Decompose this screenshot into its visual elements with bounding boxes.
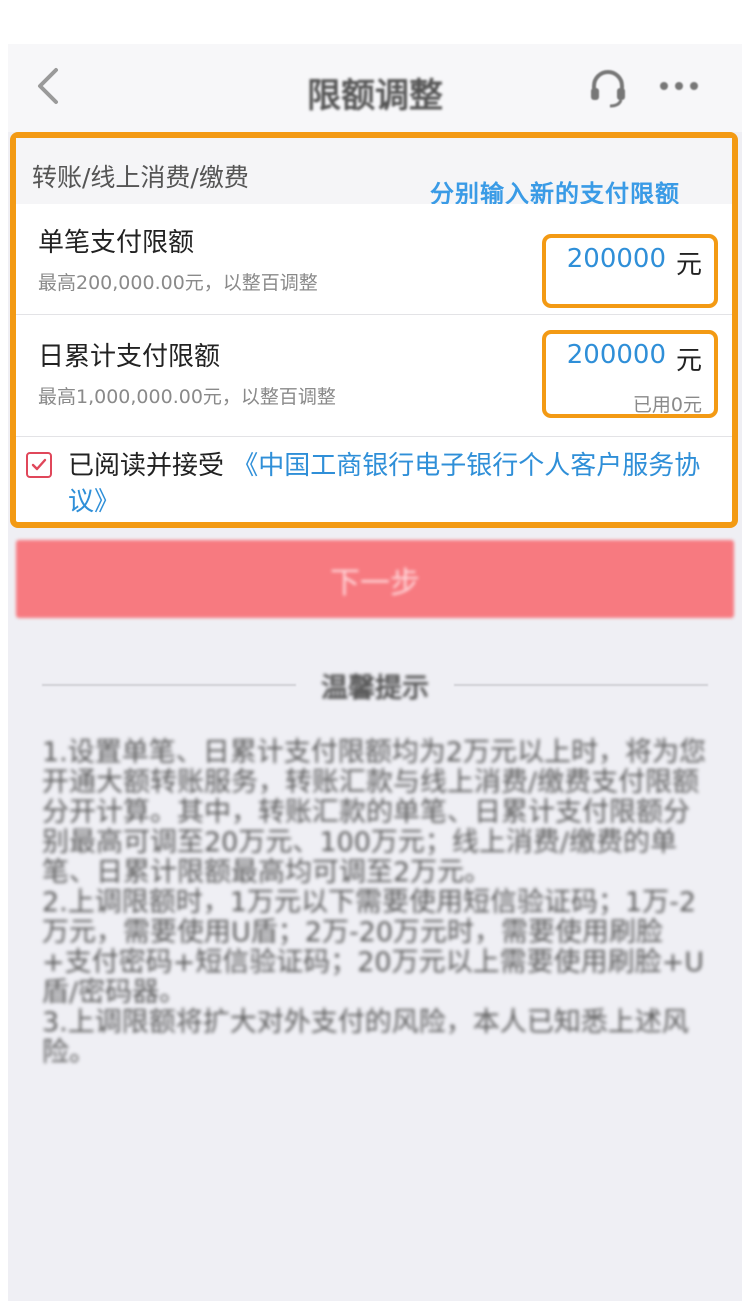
agreement-text: 已阅读并接受 《中国工商银行电子银行个人客户服务协议》 — [68, 448, 728, 520]
single-limit-input[interactable]: 200000 元 — [542, 234, 718, 308]
daily-used-amount: 已用0元 — [632, 394, 702, 416]
tips-divider-right — [454, 684, 708, 686]
daily-limit-unit: 元 — [675, 346, 702, 376]
single-limit-value[interactable]: 200000 — [567, 244, 666, 274]
daily-limit-hint: 最高1,000,000.00元，以整百调整 — [38, 386, 336, 408]
next-button[interactable]: 下一步 — [16, 540, 734, 618]
page-title: 限额调整 — [307, 76, 443, 116]
agreement-row: 已阅读并接受 《中国工商银行电子银行个人客户服务协议》 — [16, 438, 732, 520]
daily-limit-row: 日累计支付限额 最高1,000,000.00元，以整百调整 200000 元 已… — [16, 318, 732, 437]
daily-limit-input[interactable]: 200000 元 已用0元 — [542, 330, 718, 418]
checkmark-icon — [31, 458, 47, 471]
section-header: 转账/线上消费/缴费 分别输入新的支付限额 — [16, 138, 732, 208]
agreement-checkbox[interactable] — [26, 452, 52, 478]
headset-icon[interactable] — [586, 66, 630, 110]
more-dots-icon[interactable] — [654, 74, 704, 98]
tips-body: 1.设置单笔、日累计支付限额均为2万元以上时，将为您开通大额转账服务，转账汇款与… — [42, 738, 712, 1068]
agreement-prefix: 已阅读并接受 — [68, 451, 225, 481]
nav-bar: 限额调整 — [8, 44, 742, 132]
daily-limit-label: 日累计支付限额 — [38, 342, 221, 372]
tip-item: 1.设置单笔、日累计支付限额均为2万元以上时，将为您开通大额转账服务，转账汇款与… — [42, 737, 706, 888]
section-title: 转账/线上消费/缴费 — [32, 163, 249, 192]
single-limit-row: 单笔支付限额 最高200,000.00元，以整百调整 200000 元 — [16, 204, 732, 315]
limit-form-panel: 转账/线上消费/缴费 分别输入新的支付限额 单笔支付限额 最高200,000.0… — [10, 132, 738, 528]
tip-item: 2.上调限额时，1万元以下需要使用短信验证码；1万-2万元，需要使用U盾；2万-… — [42, 887, 704, 1008]
tip-item: 3.上调限额将扩大对外支付的风险，本人已知悉上述风险。 — [42, 1007, 689, 1068]
page: 限额调整 转账/线上消费/缴费 分别输入新的支付限额 单笔支付限额 最高200,… — [0, 0, 750, 1301]
single-limit-hint: 最高200,000.00元，以整百调整 — [38, 272, 318, 294]
single-limit-unit: 元 — [675, 250, 702, 280]
daily-limit-value[interactable]: 200000 — [567, 340, 666, 370]
next-button-label: 下一步 — [330, 566, 420, 601]
single-limit-label: 单笔支付限额 — [38, 228, 195, 258]
